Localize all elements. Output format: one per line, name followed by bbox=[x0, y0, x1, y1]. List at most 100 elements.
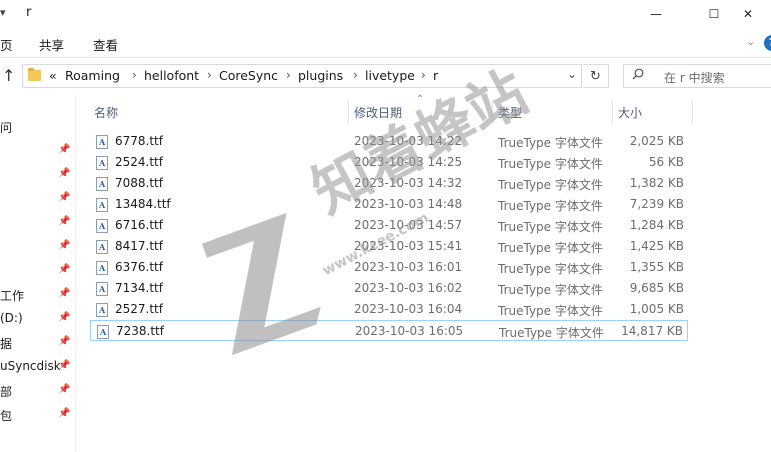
file-row[interactable]: 6716.ttf 2023-10-03 14:57 TrueType 字体文件 … bbox=[90, 215, 688, 236]
refresh-button[interactable]: ↻ bbox=[583, 64, 609, 88]
breadcrumb-separator[interactable]: › bbox=[421, 68, 426, 82]
file-date: 2023-10-03 14:57 bbox=[354, 218, 463, 232]
file-size: 56 KB bbox=[648, 155, 684, 169]
column-headers: 名称 ⌃ 修改日期 类型 大小 bbox=[90, 94, 700, 124]
file-name: 2527.ttf bbox=[115, 302, 163, 316]
file-size: 14,817 KB bbox=[621, 324, 683, 338]
column-header-date[interactable]: 修改日期 bbox=[354, 104, 402, 121]
breadcrumb-r[interactable]: r bbox=[433, 68, 438, 83]
nav-item-drive-d[interactable]: (D:) bbox=[0, 311, 23, 325]
file-date: 2023-10-03 16:02 bbox=[354, 281, 463, 295]
font-file-icon bbox=[97, 325, 109, 339]
nav-item-dept[interactable]: 部 bbox=[0, 383, 12, 400]
file-name: 6376.ttf bbox=[115, 260, 163, 274]
nav-item-package[interactable]: 包 bbox=[0, 407, 12, 424]
close-button[interactable]: ✕ bbox=[725, 0, 771, 28]
file-row[interactable]: 13484.ttf 2023-10-03 14:48 TrueType 字体文件… bbox=[90, 194, 688, 215]
pin-icon: 📌 bbox=[58, 408, 71, 419]
address-bar[interactable]: « Roaming › hellofont › CoreSync › plugi… bbox=[22, 64, 582, 88]
breadcrumb-livetype[interactable]: livetype bbox=[365, 68, 415, 83]
breadcrumb-separator[interactable]: › bbox=[353, 68, 358, 82]
breadcrumb-plugins[interactable]: plugins bbox=[298, 68, 343, 83]
column-divider[interactable] bbox=[612, 100, 613, 124]
pin-icon: 📌 bbox=[58, 168, 71, 179]
file-row[interactable]: 2527.ttf 2023-10-03 16:04 TrueType 字体文件 … bbox=[90, 299, 688, 320]
nav-item-work[interactable]: 工作 bbox=[0, 287, 24, 304]
breadcrumb-separator[interactable]: › bbox=[286, 68, 291, 82]
column-header-name[interactable]: 名称 bbox=[94, 104, 118, 121]
file-row[interactable]: 2524.ttf 2023-10-03 14:25 TrueType 字体文件 … bbox=[90, 152, 688, 173]
breadcrumb-separator[interactable]: › bbox=[132, 68, 137, 82]
font-file-icon bbox=[96, 156, 108, 170]
chevron-down-icon[interactable]: ⌄ bbox=[746, 35, 755, 48]
file-type: TrueType 字体文件 bbox=[498, 241, 603, 255]
font-file-icon bbox=[96, 177, 108, 191]
pin-icon: 📌 bbox=[58, 360, 71, 371]
quick-access-dropdown-icon[interactable]: ▾ bbox=[0, 6, 6, 19]
tab-share[interactable]: 共享 bbox=[39, 35, 64, 54]
tab-view[interactable]: 查看 bbox=[93, 35, 118, 54]
address-row: ↑ « Roaming › hellofont › CoreSync › plu… bbox=[0, 58, 771, 94]
file-date: 2023-10-03 16:05 bbox=[355, 324, 464, 338]
pin-icon: 📌 bbox=[58, 192, 71, 203]
address-dropdown-icon[interactable]: ⌄ bbox=[567, 67, 577, 81]
file-size: 1,005 KB bbox=[629, 302, 684, 316]
pin-icon: 📌 bbox=[58, 384, 71, 395]
font-file-icon bbox=[96, 261, 108, 275]
breadcrumb-coresync[interactable]: CoreSync bbox=[219, 68, 278, 83]
refresh-icon: ↻ bbox=[590, 68, 601, 84]
file-row[interactable]: 8417.ttf 2023-10-03 15:41 TrueType 字体文件 … bbox=[90, 236, 688, 257]
file-size: 2,025 KB bbox=[629, 134, 684, 148]
nav-item-baidusyncdisk[interactable]: uSyncdisk bbox=[0, 359, 61, 373]
navigation-pane: 问 📌 📌 📌 📌 📌 📌 工作 📌 (D:) 📌 据 📌 uSyncdisk … bbox=[0, 94, 76, 452]
pin-icon: 📌 bbox=[58, 312, 71, 323]
file-type: TrueType 字体文件 bbox=[498, 220, 603, 234]
breadcrumb-hellofont[interactable]: hellofont bbox=[144, 68, 199, 83]
sort-ascending-icon: ⌃ bbox=[416, 94, 425, 105]
pin-icon: 📌 bbox=[58, 144, 71, 155]
column-divider[interactable] bbox=[692, 100, 693, 124]
breadcrumb-overflow[interactable]: « bbox=[49, 68, 57, 83]
file-size: 9,685 KB bbox=[629, 281, 684, 295]
help-icon[interactable]: ? bbox=[764, 35, 771, 51]
pin-icon: 📌 bbox=[58, 336, 71, 347]
file-date: 2023-10-03 16:01 bbox=[354, 260, 463, 274]
file-date: 2023-10-03 14:22 bbox=[354, 134, 463, 148]
file-row-selected[interactable]: 7238.ttf 2023-10-03 16:05 TrueType 字体文件 … bbox=[90, 320, 688, 341]
column-header-type[interactable]: 类型 bbox=[498, 104, 522, 121]
pin-icon: 📌 bbox=[58, 288, 71, 299]
file-type: TrueType 字体文件 bbox=[498, 199, 603, 213]
up-arrow-icon[interactable]: ↑ bbox=[2, 66, 16, 86]
column-divider[interactable] bbox=[492, 100, 493, 124]
file-name: 13484.ttf bbox=[115, 197, 171, 211]
font-file-icon bbox=[96, 282, 108, 296]
file-date: 2023-10-03 14:48 bbox=[354, 197, 463, 211]
column-header-size[interactable]: 大小 bbox=[618, 104, 642, 121]
font-file-icon bbox=[96, 135, 108, 149]
tab-page[interactable]: 页 bbox=[0, 35, 13, 54]
breadcrumb-separator[interactable]: › bbox=[207, 68, 212, 82]
file-type: TrueType 字体文件 bbox=[498, 304, 603, 318]
pin-icon: 📌 bbox=[58, 264, 71, 275]
file-row[interactable]: 6376.ttf 2023-10-03 16:01 TrueType 字体文件 … bbox=[90, 257, 688, 278]
pin-icon: 📌 bbox=[58, 240, 71, 251]
folder-icon bbox=[28, 68, 41, 81]
nav-item[interactable]: 问 bbox=[0, 119, 12, 136]
column-divider[interactable] bbox=[348, 100, 349, 124]
title-bar: ▾ r — ☐ ✕ bbox=[0, 0, 771, 28]
ribbon-tabs: 页 共享 查看 ⌄ ? bbox=[0, 28, 771, 58]
file-type: TrueType 字体文件 bbox=[498, 136, 603, 150]
file-row[interactable]: 7134.ttf 2023-10-03 16:02 TrueType 字体文件 … bbox=[90, 278, 688, 299]
file-type: TrueType 字体文件 bbox=[498, 178, 603, 192]
breadcrumb-roaming[interactable]: Roaming bbox=[65, 68, 120, 83]
search-icon bbox=[632, 68, 644, 83]
file-date: 2023-10-03 14:25 bbox=[354, 155, 463, 169]
file-type: TrueType 字体文件 bbox=[498, 283, 603, 297]
file-row[interactable]: 6778.ttf 2023-10-03 14:22 TrueType 字体文件 … bbox=[90, 131, 688, 152]
file-row[interactable]: 7088.ttf 2023-10-03 14:32 TrueType 字体文件 … bbox=[90, 173, 688, 194]
search-input[interactable]: 在 r 中搜索 bbox=[623, 64, 771, 88]
nav-item-data[interactable]: 据 bbox=[0, 335, 12, 352]
font-file-icon bbox=[96, 219, 108, 233]
minimize-button[interactable]: — bbox=[633, 0, 679, 28]
file-date: 2023-10-03 14:32 bbox=[354, 176, 463, 190]
